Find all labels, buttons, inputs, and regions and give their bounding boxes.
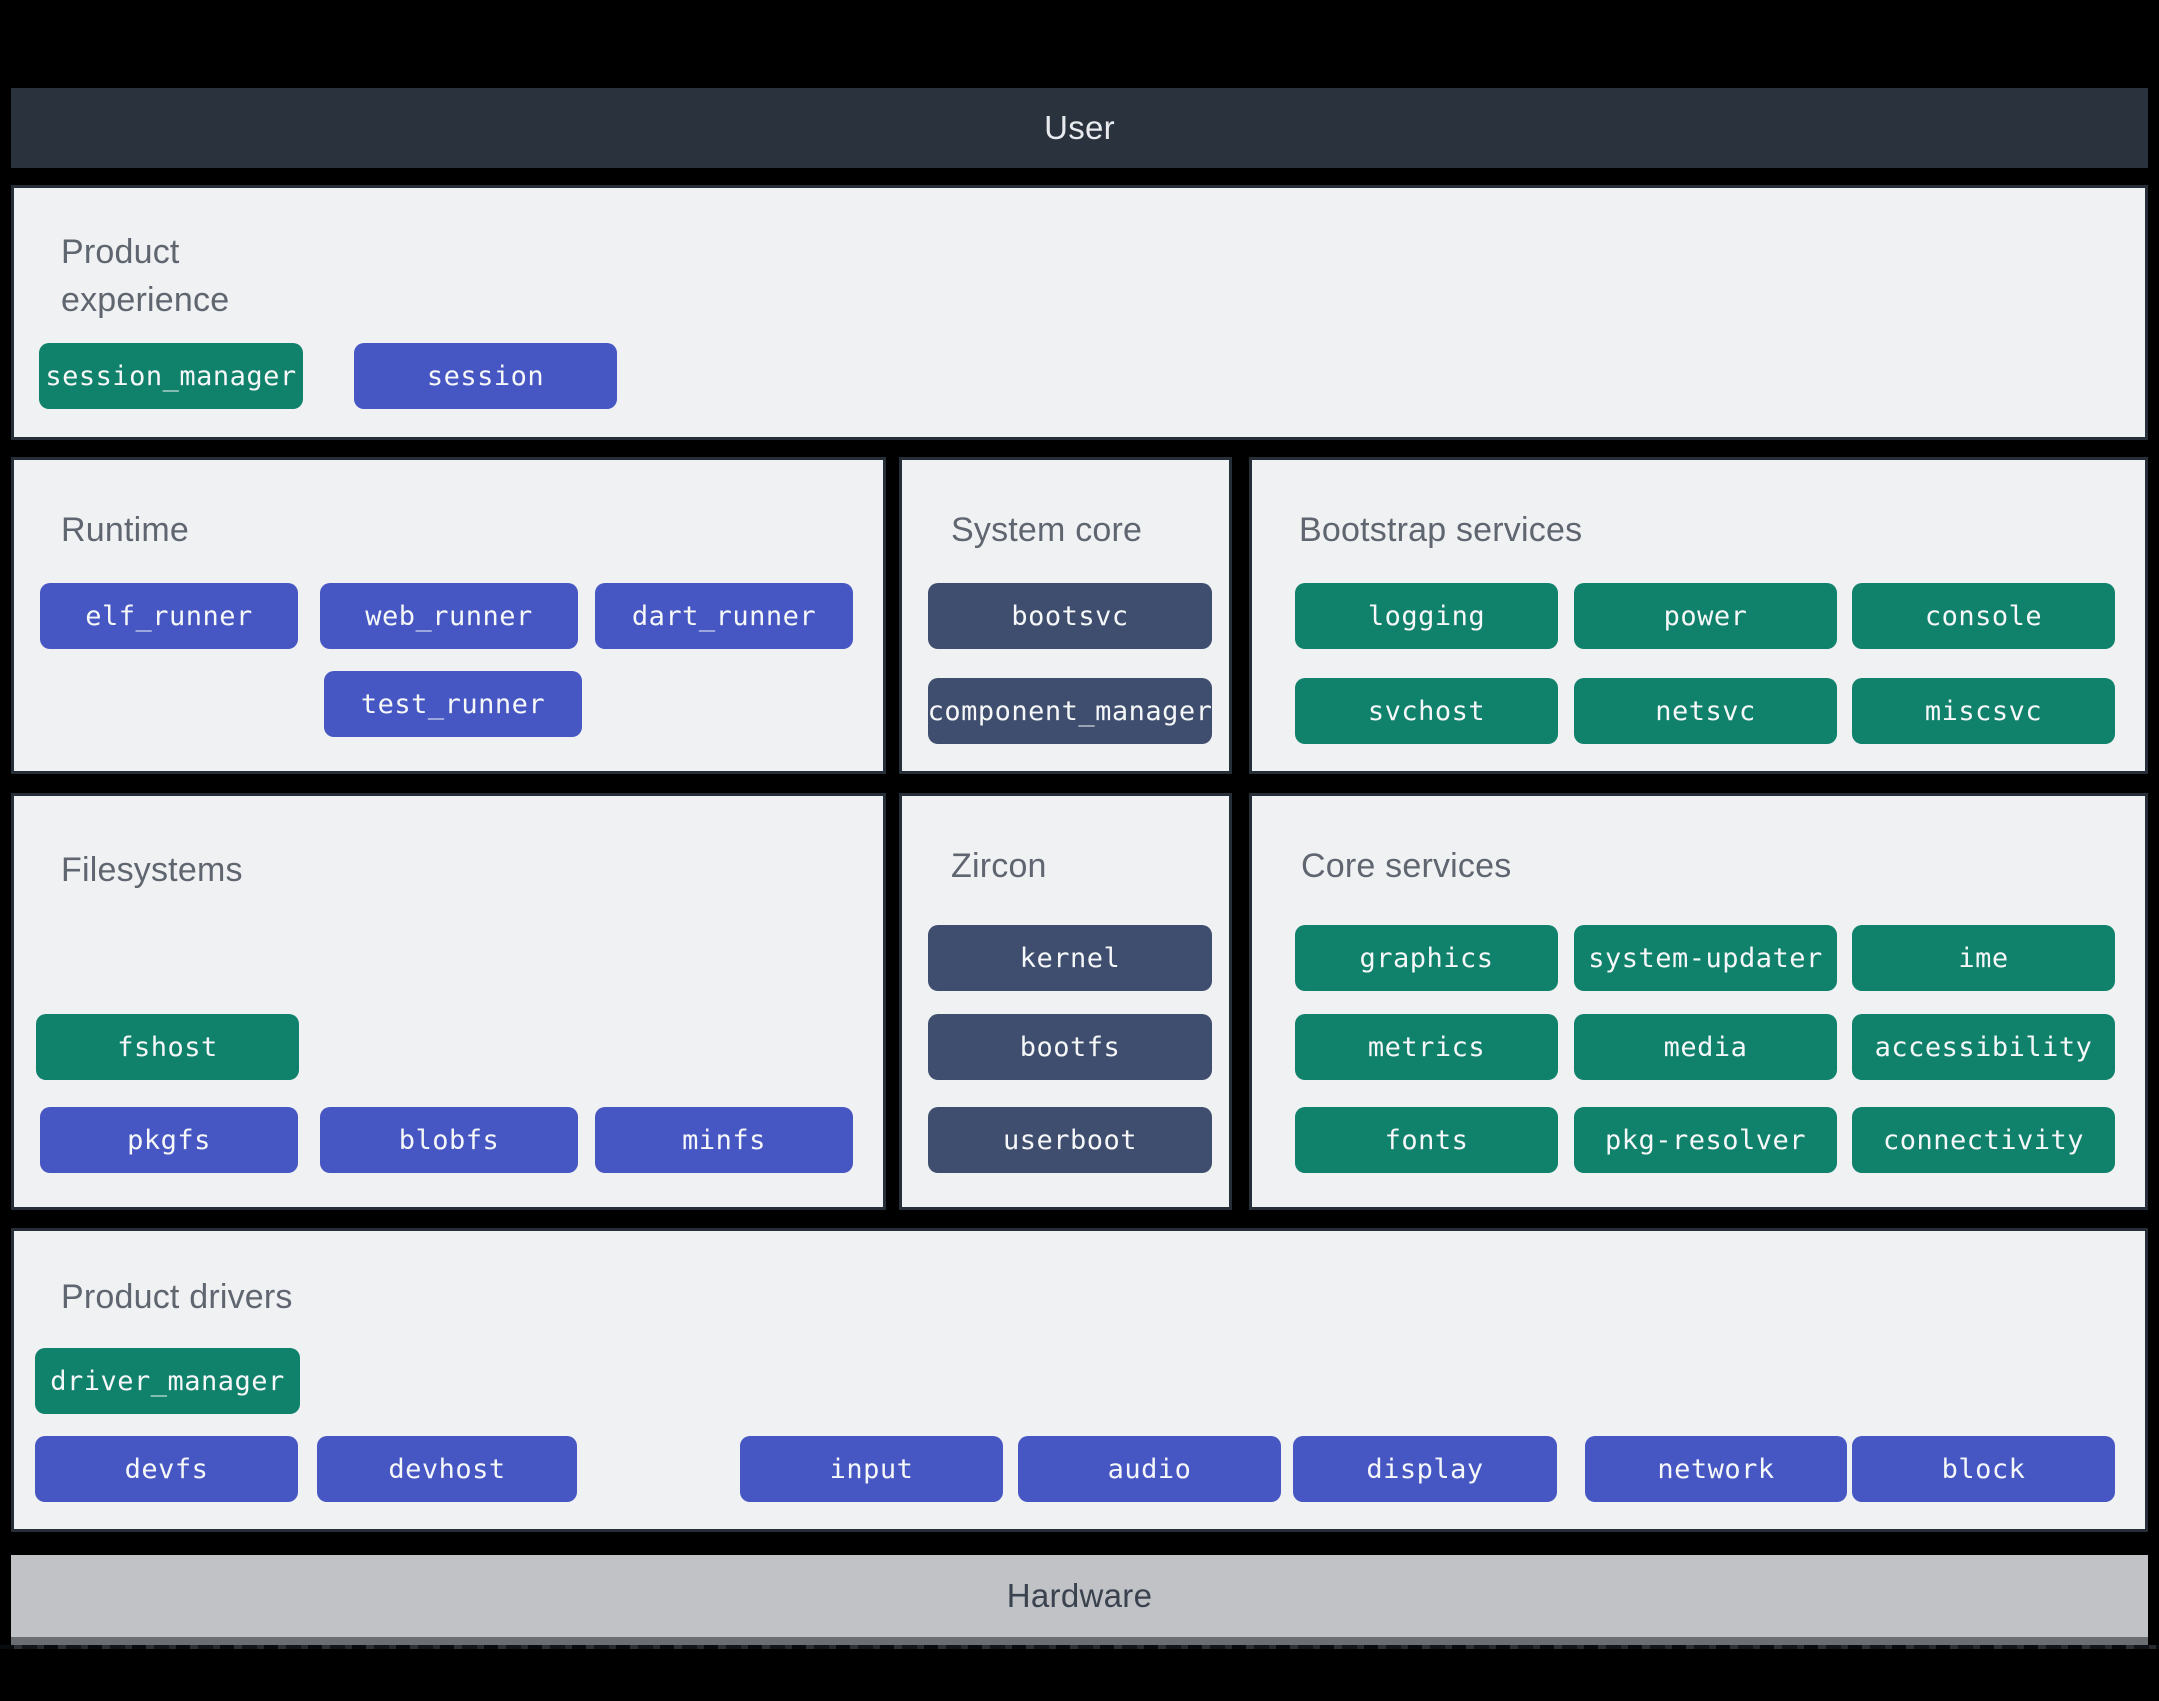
chip-session-manager: session_manager [39, 343, 303, 409]
chip-media: media [1574, 1014, 1837, 1080]
chip-display: display [1293, 1436, 1557, 1502]
section-title: Filesystems [61, 851, 243, 889]
section-system-core: System core bootsvc component_manager [899, 457, 1232, 774]
chip-input: input [740, 1436, 1003, 1502]
section-bootstrap-services: Bootstrap services logging power console… [1249, 457, 2148, 774]
section-filesystems: Filesystems fshost pkgfs blobfs minfs [11, 793, 886, 1210]
chip-bootfs: bootfs [928, 1014, 1212, 1080]
chip-test-runner: test_runner [324, 671, 582, 737]
section-title: System core [951, 511, 1143, 549]
hardware-layer-label: Hardware [1006, 1577, 1153, 1614]
chip-audio: audio [1018, 1436, 1281, 1502]
section-title: Bootstrap services [1299, 511, 1583, 549]
chip-pkgfs: pkgfs [40, 1107, 298, 1173]
section-title: Product drivers [61, 1278, 293, 1316]
section-zircon: Zircon kernel bootfs userboot [899, 793, 1232, 1210]
architecture-diagram: User Product experience session_manager … [0, 0, 2159, 1701]
hardware-layer-bar: Hardware [11, 1555, 2148, 1645]
chip-devfs: devfs [35, 1436, 298, 1502]
chip-metrics: metrics [1295, 1014, 1558, 1080]
chip-elf-runner: elf_runner [40, 583, 298, 649]
user-layer-label: User [1044, 109, 1115, 146]
chip-network: network [1585, 1436, 1847, 1502]
section-product-experience: Product experience session_manager sessi… [11, 185, 2148, 440]
section-runtime: Runtime elf_runner web_runner dart_runne… [11, 457, 886, 774]
user-layer-bar: User [11, 88, 2148, 168]
section-product-drivers: Product drivers driver_manager devfs dev… [11, 1228, 2148, 1532]
chip-web-runner: web_runner [320, 583, 578, 649]
chip-minfs: minfs [595, 1107, 853, 1173]
chip-fonts: fonts [1295, 1107, 1558, 1173]
section-title: Product experience [61, 233, 230, 320]
chip-devhost: devhost [317, 1436, 577, 1502]
chip-bootsvc: bootsvc [928, 583, 1212, 649]
chip-logging: logging [1295, 583, 1558, 649]
chip-miscsvc: miscsvc [1852, 678, 2115, 744]
chip-block: block [1852, 1436, 2115, 1502]
chip-fshost: fshost [36, 1014, 299, 1080]
chip-console: console [1852, 583, 2115, 649]
section-core-services: Core services graphics system-updater im… [1249, 793, 2148, 1210]
chip-netsvc: netsvc [1574, 678, 1837, 744]
chip-userboot: userboot [928, 1107, 1212, 1173]
section-title: Core services [1301, 847, 1512, 885]
chip-accessibility: accessibility [1852, 1014, 2115, 1080]
chip-connectivity: connectivity [1852, 1107, 2115, 1173]
bottom-artifact-line [0, 1645, 2159, 1649]
chip-system-updater: system-updater [1574, 925, 1837, 991]
chip-power: power [1574, 583, 1837, 649]
chip-session: session [354, 343, 617, 409]
chip-graphics: graphics [1295, 925, 1558, 991]
section-title: Runtime [61, 511, 190, 549]
chip-component-manager: component_manager [928, 678, 1212, 744]
chip-blobfs: blobfs [320, 1107, 578, 1173]
chip-ime: ime [1852, 925, 2115, 991]
chip-dart-runner: dart_runner [595, 583, 853, 649]
chip-kernel: kernel [928, 925, 1212, 991]
section-title: Zircon [951, 847, 1047, 885]
chip-driver-manager: driver_manager [35, 1348, 300, 1414]
chip-pkg-resolver: pkg-resolver [1574, 1107, 1837, 1173]
chip-svchost: svchost [1295, 678, 1558, 744]
